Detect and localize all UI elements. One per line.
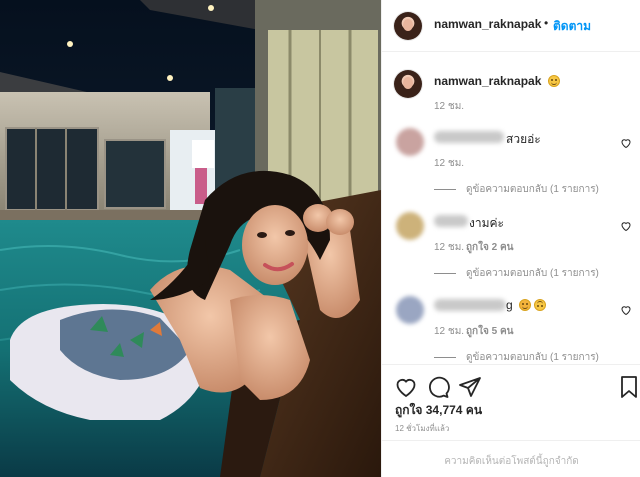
comment-icon[interactable]	[426, 375, 450, 399]
author-avatar[interactable]	[394, 12, 422, 40]
pool-night-photo	[0, 0, 381, 477]
heart-icon[interactable]	[394, 375, 418, 399]
comment-username-blurred[interactable]	[434, 215, 468, 227]
view-replies-label[interactable]: ดูข้อความตอบกลับ (1 รายการ)	[466, 350, 599, 365]
comment-avatar[interactable]	[396, 212, 424, 240]
header-separator-dot: •	[544, 16, 549, 30]
comment-like-heart-icon[interactable]	[620, 304, 632, 316]
comment-time: 12 ชม.	[434, 242, 465, 253]
smiling-face-emoji-icon	[519, 299, 532, 311]
author-username[interactable]: namwan_raknapak	[434, 17, 541, 31]
follow-button[interactable]: ติดตาม	[553, 17, 591, 36]
comment-likes[interactable]: ถูกใจ 2 คน	[466, 240, 514, 255]
comment-like-heart-icon[interactable]	[620, 137, 632, 149]
comments-limited-notice: ความคิดเห็นต่อโพสต์นี้ถูกจำกัด	[444, 456, 579, 467]
bookmark-icon[interactable]	[617, 375, 640, 399]
slightly-smiling-face-emoji-icon	[547, 75, 560, 87]
view-replies-label[interactable]: ดูข้อความตอบกลับ (1 รายการ)	[466, 182, 599, 197]
comment-avatar[interactable]	[396, 128, 424, 156]
caption-avatar[interactable]	[394, 70, 422, 98]
comment-text-fragment: g	[506, 298, 513, 312]
view-replies-link[interactable]: ดูข้อความตอบกลับ (1 รายการ)	[434, 350, 599, 365]
comment-time: 12 ชม.	[434, 158, 465, 169]
comment-time: 12 ชม.	[434, 326, 465, 337]
view-replies-link[interactable]: ดูข้อความตอบกลับ (1 รายการ)	[434, 266, 599, 281]
comment-avatar[interactable]	[396, 296, 424, 324]
comment-footer: ความคิดเห็นต่อโพสต์นี้ถูกจำกัด	[382, 440, 640, 477]
comment-likes[interactable]: ถูกใจ 5 คน	[466, 324, 514, 339]
caption-time: 12 ชม.	[434, 101, 465, 112]
instagram-post: namwan_raknapak • ติดตาม namwan_raknapak…	[0, 0, 640, 477]
comment-text: g	[506, 298, 547, 312]
view-replies-label[interactable]: ดูข้อความตอบกลับ (1 รายการ)	[466, 266, 599, 281]
comment-like-heart-icon[interactable]	[620, 220, 632, 232]
reply-line	[434, 273, 456, 274]
send-icon[interactable]	[458, 375, 482, 399]
caption-username[interactable]: namwan_raknapak	[434, 74, 541, 88]
caption: namwan_raknapak	[434, 74, 560, 88]
reply-line	[434, 189, 456, 190]
comment-text: งามค่ะ	[469, 216, 504, 230]
like-count[interactable]: ถูกใจ 34,774 คน	[395, 401, 482, 420]
post-timestamp[interactable]: 12 ชั่วโมงที่แล้ว	[395, 422, 449, 435]
post-side-panel: namwan_raknapak • ติดตาม namwan_raknapak…	[381, 0, 640, 477]
upside-down-face-emoji-icon	[534, 299, 547, 311]
comment-username-blurred[interactable]	[434, 131, 504, 143]
post-header: namwan_raknapak • ติดตาม	[382, 0, 640, 52]
view-replies-link[interactable]: ดูข้อความตอบกลับ (1 รายการ)	[434, 182, 599, 197]
reply-line	[434, 357, 456, 358]
post-photo[interactable]	[0, 0, 381, 477]
comment-text: สวยอ่ะ	[506, 132, 541, 146]
post-action-bar	[382, 364, 640, 398]
comment-username-blurred[interactable]	[434, 299, 506, 311]
